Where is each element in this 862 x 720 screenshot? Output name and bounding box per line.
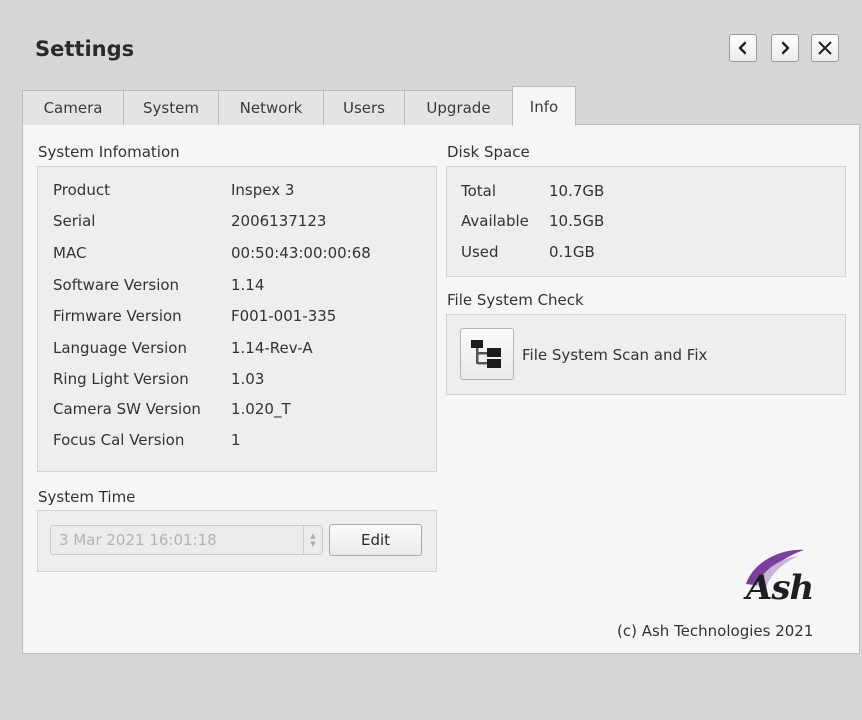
info-value-focus-cal-version: 1: [231, 431, 241, 449]
info-value-serial: 2006137123: [231, 212, 327, 230]
disk-label-total: Total: [461, 182, 497, 200]
tab-label: Upgrade: [426, 99, 491, 117]
datetime-value: 3 Mar 2021 16:01:18: [59, 531, 217, 549]
copyright-text: (c) Ash Technologies 2021: [617, 622, 814, 640]
tab-upgrade[interactable]: Upgrade: [404, 90, 513, 125]
info-value-software-version: 1.14: [231, 276, 265, 294]
info-label-ring-light-version: Ring Light Version: [53, 370, 189, 388]
info-label-firmware-version: Firmware Version: [53, 307, 182, 325]
info-label-product: Product: [53, 181, 110, 199]
ash-logo-text: Ash: [746, 568, 814, 608]
info-value-product: Inspex 3: [231, 181, 295, 199]
info-label-focus-cal-version: Focus Cal Version: [53, 431, 185, 449]
edit-label: Edit: [360, 531, 391, 549]
tab-label: Info: [529, 97, 559, 116]
fs-check-heading: File System Check: [447, 291, 584, 309]
tab-label: System: [143, 99, 199, 117]
tab-network[interactable]: Network: [218, 90, 324, 125]
info-label-language-version: Language Version: [53, 339, 187, 357]
tab-camera[interactable]: Camera: [22, 90, 124, 125]
disk-space-heading: Disk Space: [447, 143, 530, 161]
tab-label: Network: [239, 99, 303, 117]
disk-label-available: Available: [461, 212, 529, 230]
fs-scan-label[interactable]: File System Scan and Fix: [522, 346, 707, 364]
info-value-language-version: 1.14-Rev-A: [231, 339, 313, 357]
tab-users[interactable]: Users: [323, 90, 405, 125]
info-value-firmware-version: F001-001-335: [231, 307, 337, 325]
info-value-ring-light-version: 1.03: [231, 370, 265, 388]
info-value-mac: 00:50:43:00:00:68: [231, 244, 371, 262]
chevron-right-icon: [781, 41, 790, 55]
close-button[interactable]: [811, 34, 839, 62]
settings-title: Settings: [35, 37, 135, 61]
datetime-field[interactable]: 3 Mar 2021 16:01:18 ▲ ▼: [50, 525, 323, 555]
info-label-serial: Serial: [53, 212, 96, 230]
disk-label-used: Used: [461, 243, 499, 261]
edit-time-button[interactable]: Edit: [329, 524, 422, 556]
info-value-camera-sw-version: 1.020_T: [231, 400, 291, 418]
info-label-camera-sw-version: Camera SW Version: [53, 400, 201, 418]
disk-value-available: 10.5GB: [549, 212, 605, 230]
folder-tree-icon: [471, 340, 501, 368]
close-icon: [818, 41, 832, 55]
chevron-left-icon: [738, 41, 747, 55]
tab-label: Camera: [43, 99, 103, 117]
system-info-heading: System Infomation: [38, 143, 180, 161]
spin-up-icon[interactable]: ▲: [310, 532, 315, 540]
datetime-spinner[interactable]: ▲ ▼: [303, 526, 322, 554]
next-button[interactable]: [771, 34, 799, 62]
ash-logo: Ash: [726, 546, 846, 608]
system-time-heading: System Time: [38, 488, 136, 506]
tab-info[interactable]: Info: [512, 86, 576, 126]
disk-value-total: 10.7GB: [549, 182, 605, 200]
fs-scan-button[interactable]: [460, 328, 514, 380]
info-label-mac: MAC: [53, 244, 87, 262]
disk-value-used: 0.1GB: [549, 243, 595, 261]
tab-label: Users: [342, 99, 385, 117]
spin-down-icon[interactable]: ▼: [310, 540, 315, 548]
tab-system[interactable]: System: [123, 90, 219, 125]
prev-button[interactable]: [729, 34, 757, 62]
info-label-software-version: Software Version: [53, 276, 180, 294]
